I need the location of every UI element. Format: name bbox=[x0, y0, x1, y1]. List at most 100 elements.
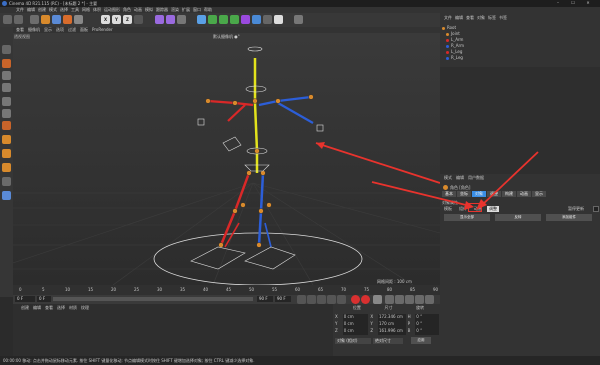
texture-mode-icon[interactable] bbox=[2, 71, 11, 80]
start-frame-field[interactable]: 0 F bbox=[15, 296, 35, 302]
object-manager-menu-item[interactable]: 标签 bbox=[488, 15, 496, 21]
invert-button[interactable]: 反转 bbox=[495, 214, 541, 221]
rotation-key-icon[interactable] bbox=[405, 295, 414, 304]
play-icon[interactable] bbox=[317, 295, 326, 304]
snap-icon[interactable] bbox=[2, 149, 11, 158]
object-manager-menu-item[interactable]: 书签 bbox=[499, 15, 507, 21]
current-frame-field[interactable]: 0 F bbox=[37, 296, 51, 302]
render-view-icon[interactable] bbox=[155, 15, 164, 24]
move-icon[interactable] bbox=[41, 15, 50, 24]
attribute-tab[interactable]: 坐标 bbox=[457, 191, 471, 197]
tweak-icon[interactable] bbox=[2, 177, 11, 186]
material-menu-item[interactable]: 材质 bbox=[69, 305, 77, 311]
material-menu-item[interactable]: 查看 bbox=[45, 305, 53, 311]
coordinate-mode-select[interactable]: 对象 (相对) bbox=[335, 338, 371, 344]
viewport[interactable]: 透视视图 默认摄像机 ●° 网格间距 : 100 cm bbox=[13, 33, 440, 285]
attribute-tab[interactable]: 调整 bbox=[487, 191, 501, 197]
redo-icon[interactable] bbox=[14, 15, 23, 24]
pla-key-icon[interactable] bbox=[425, 295, 434, 304]
material-menu-item[interactable]: 选择 bbox=[57, 305, 65, 311]
undo-icon[interactable] bbox=[3, 15, 12, 24]
scale-icon[interactable] bbox=[52, 15, 61, 24]
pen-icon[interactable] bbox=[208, 15, 217, 24]
coord-size[interactable]: 170 cm bbox=[378, 321, 406, 328]
camera-icon[interactable] bbox=[263, 15, 272, 24]
lock-workplane-icon[interactable] bbox=[2, 191, 11, 200]
attribute-tab[interactable]: 基本 bbox=[442, 191, 456, 197]
floor-icon[interactable] bbox=[252, 15, 261, 24]
z-axis-icon[interactable]: Z bbox=[123, 15, 132, 24]
attribute-menu-item[interactable]: 模式 bbox=[444, 175, 452, 181]
solo-icon[interactable] bbox=[2, 163, 11, 172]
object-manager-menu-item[interactable]: 编辑 bbox=[455, 15, 463, 21]
select-icon[interactable] bbox=[30, 15, 39, 24]
coord-pos[interactable]: 0 cm bbox=[342, 314, 369, 321]
autokey-icon[interactable] bbox=[361, 295, 370, 304]
timeline[interactable]: 0 5 10 15 20 25 30 35 40 45 50 55 60 65 70 75 80 85 90 bbox=[13, 285, 440, 295]
prev-key-icon[interactable] bbox=[307, 295, 316, 304]
pause-update-checkbox[interactable] bbox=[593, 206, 599, 212]
param-key-icon[interactable] bbox=[415, 295, 424, 304]
scale-key-icon[interactable] bbox=[395, 295, 404, 304]
coord-pos[interactable]: 0 cm bbox=[342, 328, 369, 335]
recent-tool-icon[interactable] bbox=[74, 15, 83, 24]
end-frame-field[interactable]: 90 F bbox=[257, 296, 273, 302]
next-key-icon[interactable] bbox=[327, 295, 336, 304]
cube-icon[interactable] bbox=[197, 15, 206, 24]
keyframe-icon[interactable] bbox=[373, 295, 382, 304]
material-menu-item[interactable]: 编辑 bbox=[33, 305, 41, 311]
coord-rot[interactable]: 0 ° bbox=[415, 328, 439, 335]
attribute-subtab[interactable]: 模板 bbox=[442, 206, 454, 212]
workplane-icon[interactable] bbox=[2, 83, 11, 92]
coord-rot[interactable]: 0 ° bbox=[415, 314, 439, 321]
range-slider[interactable] bbox=[53, 297, 253, 301]
coord-rot[interactable]: 0 ° bbox=[415, 321, 439, 328]
max-frame-field[interactable]: 90 F bbox=[275, 296, 291, 302]
coord-size[interactable]: 161.996 cm bbox=[378, 328, 406, 335]
goto-end-icon[interactable] bbox=[337, 295, 346, 304]
attribute-tab[interactable]: 对象 bbox=[472, 191, 486, 197]
add-component-button[interactable]: 添加组件 bbox=[546, 214, 592, 221]
y-axis-icon[interactable]: Y bbox=[112, 15, 121, 24]
coordinates-row: X0 cm X 172.346 cm H 0 ° bbox=[335, 314, 439, 321]
render-picture-viewer-icon[interactable] bbox=[166, 15, 175, 24]
object-manager-menu-item[interactable]: 对象 bbox=[477, 15, 485, 21]
goto-start-icon[interactable] bbox=[297, 295, 306, 304]
attribute-menu-item[interactable]: 编辑 bbox=[456, 175, 464, 181]
model-mode-icon[interactable] bbox=[2, 59, 11, 68]
deformer-icon[interactable] bbox=[241, 15, 250, 24]
apply-button[interactable]: 应用 bbox=[411, 337, 431, 344]
coordinate-system-icon[interactable] bbox=[134, 15, 143, 24]
attribute-tab[interactable]: 动画 bbox=[517, 191, 531, 197]
render-settings-icon[interactable] bbox=[177, 15, 186, 24]
light-icon[interactable] bbox=[274, 15, 283, 24]
minimize-icon[interactable]: – bbox=[553, 0, 563, 5]
material-menu-item[interactable]: 纹理 bbox=[81, 305, 89, 311]
rotate-icon[interactable] bbox=[63, 15, 72, 24]
make-editable-icon[interactable] bbox=[2, 45, 11, 54]
attribute-tab[interactable]: 显示 bbox=[532, 191, 546, 197]
record-icon[interactable] bbox=[351, 295, 360, 304]
coord-size[interactable]: 172.346 cm bbox=[378, 314, 406, 321]
object-manager-menu-item[interactable]: 查看 bbox=[466, 15, 474, 21]
subdivision-icon[interactable] bbox=[219, 15, 228, 24]
attribute-tab[interactable]: 构建 bbox=[502, 191, 516, 197]
object-row[interactable]: R_Leg bbox=[442, 55, 598, 61]
coord-pos[interactable]: 0 cm bbox=[342, 321, 369, 328]
polygons-mode-icon[interactable] bbox=[2, 121, 11, 130]
points-mode-icon[interactable] bbox=[2, 97, 11, 106]
maximize-icon[interactable]: ☐ bbox=[568, 0, 578, 5]
x-axis-icon[interactable]: X bbox=[101, 15, 110, 24]
edges-mode-icon[interactable] bbox=[2, 109, 11, 118]
array-icon[interactable] bbox=[230, 15, 239, 24]
material-menu-item[interactable]: 创建 bbox=[21, 305, 29, 311]
position-key-icon[interactable] bbox=[385, 295, 394, 304]
attribute-menu-item[interactable]: 用户数据 bbox=[468, 175, 484, 181]
show-all-button[interactable]: 显示全部 bbox=[444, 214, 490, 221]
object-manager-menu-item[interactable]: 文件 bbox=[444, 15, 452, 21]
size-mode-select[interactable]: 绝对尺寸 bbox=[373, 338, 403, 344]
close-icon[interactable]: ✕ bbox=[583, 0, 593, 5]
axis-mode-icon[interactable] bbox=[2, 135, 11, 144]
layout-icon[interactable] bbox=[294, 15, 303, 24]
attribute-subtab[interactable]: 调整 bbox=[487, 206, 499, 212]
